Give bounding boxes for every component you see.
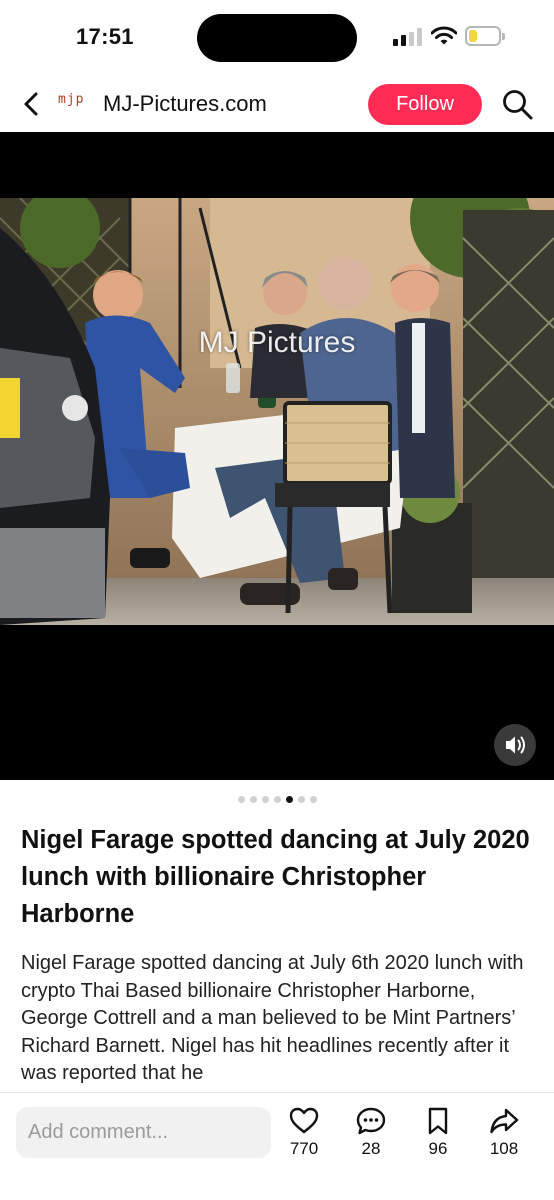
post-photo[interactable] bbox=[0, 198, 554, 625]
follow-button[interactable]: Follow bbox=[368, 84, 482, 125]
site-name[interactable]: MJ-Pictures.com bbox=[103, 91, 267, 117]
site-logo[interactable]: mjp bbox=[58, 92, 84, 107]
post-description[interactable]: Nigel Farage spotted dancing at July 6th… bbox=[21, 950, 539, 1086]
status-bar: 17:51 bbox=[0, 0, 554, 76]
restaurant-scene-image bbox=[0, 198, 554, 625]
media-viewer[interactable]: MJ Pictures bbox=[0, 132, 554, 780]
status-time: 17:51 bbox=[76, 24, 134, 49]
dynamic-island bbox=[197, 14, 357, 62]
search-icon[interactable] bbox=[500, 87, 534, 121]
bottom-bar: 770 28 96 108 bbox=[0, 1092, 554, 1200]
battery-level bbox=[469, 30, 477, 42]
watermark: MJ Pictures bbox=[198, 326, 356, 359]
share-button[interactable]: 108 bbox=[476, 1107, 532, 1169]
like-count: 770 bbox=[289, 1139, 319, 1158]
comment-input[interactable] bbox=[16, 1107, 271, 1158]
share-arrow-icon bbox=[490, 1108, 519, 1134]
carousel-dot[interactable] bbox=[285, 796, 293, 803]
carousel-dot[interactable] bbox=[297, 796, 305, 803]
back-arrow-icon[interactable] bbox=[16, 88, 48, 120]
save-count: 96 bbox=[428, 1139, 448, 1158]
sound-toggle[interactable] bbox=[494, 724, 536, 766]
carousel-indicator bbox=[0, 796, 554, 806]
header: mjp MJ-Pictures.com Follow bbox=[0, 76, 554, 132]
carousel-dot[interactable] bbox=[237, 796, 245, 803]
carousel-dot[interactable] bbox=[249, 796, 257, 803]
wifi-icon bbox=[431, 26, 457, 45]
bookmark-icon bbox=[428, 1107, 448, 1135]
share-count: 108 bbox=[489, 1139, 519, 1158]
save-button[interactable]: 96 bbox=[410, 1107, 466, 1169]
carousel-dot[interactable] bbox=[309, 796, 317, 803]
speaker-icon bbox=[506, 736, 525, 754]
carousel-dot[interactable] bbox=[261, 796, 269, 803]
like-button[interactable]: 770 bbox=[276, 1107, 332, 1169]
battery-icon bbox=[465, 26, 505, 46]
carousel-dot[interactable] bbox=[273, 796, 281, 803]
heart-icon bbox=[289, 1107, 319, 1134]
signal-icon bbox=[393, 28, 423, 46]
comment-count: 28 bbox=[361, 1139, 381, 1158]
comment-button[interactable]: 28 bbox=[343, 1107, 399, 1169]
post-title: Nigel Farage spotted dancing at July 202… bbox=[21, 826, 530, 928]
comment-bubble-icon bbox=[356, 1107, 386, 1135]
